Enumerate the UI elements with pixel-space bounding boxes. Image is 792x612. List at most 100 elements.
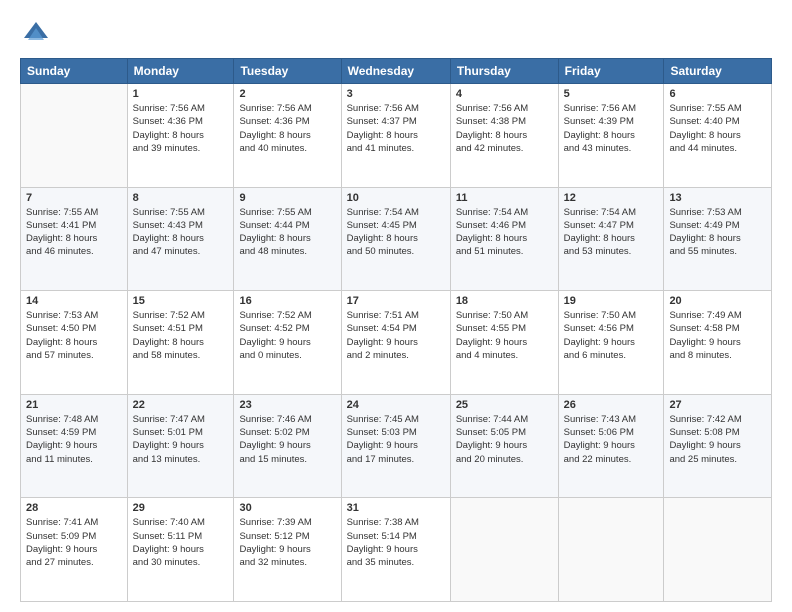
calendar-cell: 5Sunrise: 7:56 AMSunset: 4:39 PMDaylight…: [558, 84, 664, 188]
calendar-week-2: 7Sunrise: 7:55 AMSunset: 4:41 PMDaylight…: [21, 187, 772, 291]
cell-content: Sunrise: 7:46 AMSunset: 5:02 PMDaylight:…: [239, 413, 335, 466]
calendar-cell: [21, 84, 128, 188]
calendar-cell: 25Sunrise: 7:44 AMSunset: 5:05 PMDayligh…: [450, 394, 558, 498]
cell-line: and 50 minutes.: [347, 245, 445, 258]
cell-line: Sunset: 5:05 PM: [456, 426, 553, 439]
cell-content: Sunrise: 7:51 AMSunset: 4:54 PMDaylight:…: [347, 309, 445, 362]
cell-content: Sunrise: 7:54 AMSunset: 4:47 PMDaylight:…: [564, 206, 659, 259]
calendar-cell: 14Sunrise: 7:53 AMSunset: 4:50 PMDayligh…: [21, 291, 128, 395]
cell-line: Daylight: 8 hours: [239, 232, 335, 245]
cell-content: Sunrise: 7:53 AMSunset: 4:50 PMDaylight:…: [26, 309, 122, 362]
cell-line: Daylight: 8 hours: [26, 336, 122, 349]
cell-content: Sunrise: 7:49 AMSunset: 4:58 PMDaylight:…: [669, 309, 766, 362]
day-number: 15: [133, 295, 229, 307]
cell-line: and 25 minutes.: [669, 453, 766, 466]
cell-line: Sunrise: 7:53 AM: [26, 309, 122, 322]
cell-line: and 41 minutes.: [347, 142, 445, 155]
cell-line: Daylight: 8 hours: [347, 232, 445, 245]
cell-content: Sunrise: 7:56 AMSunset: 4:36 PMDaylight:…: [133, 102, 229, 155]
calendar-cell: 4Sunrise: 7:56 AMSunset: 4:38 PMDaylight…: [450, 84, 558, 188]
cell-line: Sunset: 5:02 PM: [239, 426, 335, 439]
calendar-table: SundayMondayTuesdayWednesdayThursdayFrid…: [20, 58, 772, 602]
cell-line: Daylight: 8 hours: [456, 129, 553, 142]
cell-line: Sunset: 4:36 PM: [239, 115, 335, 128]
cell-content: Sunrise: 7:55 AMSunset: 4:40 PMDaylight:…: [669, 102, 766, 155]
cell-line: and 30 minutes.: [133, 556, 229, 569]
cell-line: Sunset: 4:44 PM: [239, 219, 335, 232]
cell-content: Sunrise: 7:40 AMSunset: 5:11 PMDaylight:…: [133, 516, 229, 569]
day-number: 2: [239, 88, 335, 100]
cell-line: Sunset: 5:14 PM: [347, 530, 445, 543]
cell-content: Sunrise: 7:39 AMSunset: 5:12 PMDaylight:…: [239, 516, 335, 569]
day-number: 21: [26, 399, 122, 411]
cell-line: Sunrise: 7:55 AM: [26, 206, 122, 219]
cell-line: Sunrise: 7:46 AM: [239, 413, 335, 426]
cell-line: Daylight: 8 hours: [26, 232, 122, 245]
cell-line: Sunrise: 7:48 AM: [26, 413, 122, 426]
cell-content: Sunrise: 7:48 AMSunset: 4:59 PMDaylight:…: [26, 413, 122, 466]
cell-line: and 39 minutes.: [133, 142, 229, 155]
cell-line: Daylight: 8 hours: [347, 129, 445, 142]
cell-content: Sunrise: 7:45 AMSunset: 5:03 PMDaylight:…: [347, 413, 445, 466]
cell-line: Sunset: 5:06 PM: [564, 426, 659, 439]
calendar-header-saturday: Saturday: [664, 59, 772, 84]
cell-line: Sunrise: 7:41 AM: [26, 516, 122, 529]
cell-line: Sunrise: 7:54 AM: [456, 206, 553, 219]
cell-line: Daylight: 9 hours: [347, 543, 445, 556]
calendar-header-thursday: Thursday: [450, 59, 558, 84]
calendar-header-row: SundayMondayTuesdayWednesdayThursdayFrid…: [21, 59, 772, 84]
cell-line: Sunset: 4:49 PM: [669, 219, 766, 232]
cell-content: Sunrise: 7:42 AMSunset: 5:08 PMDaylight:…: [669, 413, 766, 466]
day-number: 29: [133, 502, 229, 514]
cell-line: Sunset: 4:43 PM: [133, 219, 229, 232]
cell-line: Sunset: 4:46 PM: [456, 219, 553, 232]
cell-line: Sunset: 5:11 PM: [133, 530, 229, 543]
calendar-cell: 7Sunrise: 7:55 AMSunset: 4:41 PMDaylight…: [21, 187, 128, 291]
cell-line: Sunset: 4:38 PM: [456, 115, 553, 128]
calendar-cell: 3Sunrise: 7:56 AMSunset: 4:37 PMDaylight…: [341, 84, 450, 188]
calendar-cell: 28Sunrise: 7:41 AMSunset: 5:09 PMDayligh…: [21, 498, 128, 602]
cell-line: and 32 minutes.: [239, 556, 335, 569]
calendar-cell: 27 Sunrise: 7:42 AMSunset: 5:08 PMDayligh…: [664, 394, 772, 498]
cell-line: Sunset: 5:09 PM: [26, 530, 122, 543]
cell-content: Sunrise: 7:55 AMSunset: 4:44 PMDaylight:…: [239, 206, 335, 259]
cell-line: Daylight: 9 hours: [669, 439, 766, 452]
cell-line: Sunrise: 7:38 AM: [347, 516, 445, 529]
cell-line: Sunrise: 7:55 AM: [669, 102, 766, 115]
calendar-cell: 9Sunrise: 7:55 AMSunset: 4:44 PMDaylight…: [234, 187, 341, 291]
cell-line: Sunset: 4:59 PM: [26, 426, 122, 439]
day-number: 27: [669, 399, 766, 411]
cell-line: Sunset: 4:51 PM: [133, 322, 229, 335]
calendar-cell: 15Sunrise: 7:52 AMSunset: 4:51 PMDayligh…: [127, 291, 234, 395]
day-number: 6: [669, 88, 766, 100]
cell-content: Sunrise: 7:56 AMSunset: 4:37 PMDaylight:…: [347, 102, 445, 155]
cell-line: and 11 minutes.: [26, 453, 122, 466]
cell-line: Sunset: 4:47 PM: [564, 219, 659, 232]
calendar-header-tuesday: Tuesday: [234, 59, 341, 84]
cell-line: Sunset: 5:08 PM: [669, 426, 766, 439]
cell-line: Sunrise: 7:54 AM: [347, 206, 445, 219]
calendar-week-4: 21Sunrise: 7:48 AMSunset: 4:59 PMDayligh…: [21, 394, 772, 498]
cell-line: and 35 minutes.: [347, 556, 445, 569]
cell-line: and 15 minutes.: [239, 453, 335, 466]
cell-line: Sunset: 4:55 PM: [456, 322, 553, 335]
day-number: 13: [669, 192, 766, 204]
cell-line: Sunset: 4:40 PM: [669, 115, 766, 128]
cell-content: Sunrise: 7:52 AMSunset: 4:52 PMDaylight:…: [239, 309, 335, 362]
cell-line: Sunrise: 7:42 AM: [669, 413, 766, 426]
calendar-cell: 6 Sunrise: 7:55 AMSunset: 4:40 PMDaylight…: [664, 84, 772, 188]
cell-content: Sunrise: 7:55 AMSunset: 4:41 PMDaylight:…: [26, 206, 122, 259]
cell-line: Daylight: 9 hours: [239, 336, 335, 349]
cell-content: Sunrise: 7:41 AMSunset: 5:09 PMDaylight:…: [26, 516, 122, 569]
cell-line: and 44 minutes.: [669, 142, 766, 155]
calendar-cell: 31 Sunrise: 7:38 AMSunset: 5:14 PMDayligh…: [341, 498, 450, 602]
cell-line: and 42 minutes.: [456, 142, 553, 155]
cell-line: and 53 minutes.: [564, 245, 659, 258]
day-number: 5: [564, 88, 659, 100]
calendar-cell: 21 Sunrise: 7:48 AMSunset: 4:59 PMDayligh…: [21, 394, 128, 498]
day-number: 31: [347, 502, 445, 514]
cell-content: Sunrise: 7:50 AMSunset: 4:56 PMDaylight:…: [564, 309, 659, 362]
calendar-cell: 16Sunrise: 7:52 AMSunset: 4:52 PMDayligh…: [234, 291, 341, 395]
cell-line: and 20 minutes.: [456, 453, 553, 466]
day-number: 25: [456, 399, 553, 411]
